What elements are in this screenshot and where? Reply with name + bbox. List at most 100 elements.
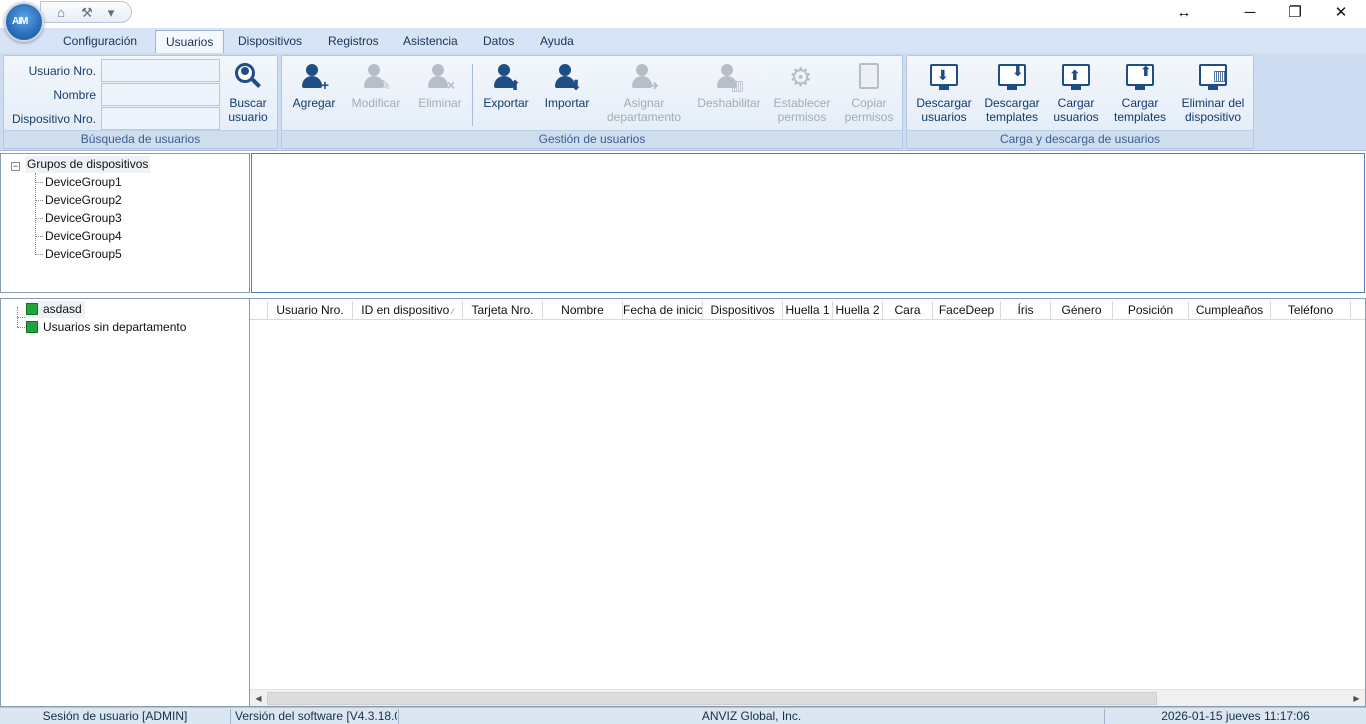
column-header-fingerprint1[interactable]: Huella 1 <box>783 301 833 320</box>
column-header-device-id[interactable]: ID en dispositivo ⁄ <box>353 301 463 320</box>
assign-department-button[interactable]: ➜ Asignar departamento <box>600 62 688 128</box>
tree-guide-line <box>17 317 25 318</box>
tab-ayuda[interactable]: Ayuda <box>530 30 584 53</box>
management-group-label: Gestión de usuarios <box>282 130 902 148</box>
department-label: asdasd <box>43 302 82 316</box>
tab-datos[interactable]: Datos <box>473 30 524 53</box>
user-number-label: Usuario Nro. <box>28 64 96 78</box>
resize-icon[interactable]: ↔ <box>1161 0 1207 28</box>
minimize-button[interactable]: ─ <box>1227 0 1273 28</box>
device-group-tree: − Grupos de dispositivos DeviceGroup1 De… <box>0 153 250 293</box>
user-number-input[interactable] <box>101 59 220 82</box>
close-button[interactable]: ✕ <box>1318 0 1364 28</box>
dropdown-icon[interactable]: ▾ <box>103 5 119 20</box>
set-permissions-button[interactable]: ⚙ Establecer permisos <box>770 62 834 128</box>
user-search-group: Usuario Nro. Nombre Dispositivo Nro. Bus… <box>3 55 278 149</box>
download-users-button[interactable]: ⬇ Descargar usuarios <box>913 62 975 128</box>
ribbon: Usuario Nro. Nombre Dispositivo Nro. Bus… <box>0 53 1366 151</box>
import-user-icon: ⬇ <box>552 62 582 92</box>
name-input[interactable] <box>101 83 220 106</box>
column-header-birthday[interactable]: Cumpleaños <box>1189 301 1271 320</box>
device-number-input[interactable] <box>101 107 220 130</box>
column-header-phone[interactable]: Teléfono <box>1271 301 1351 320</box>
add-user-button[interactable]: + Agregar <box>288 62 340 128</box>
software-version: Versión del software [V4.3.18.0 <box>235 709 397 723</box>
disable-user-button[interactable]: ▥ Deshabilitar <box>694 62 764 128</box>
home-icon[interactable]: ⌂ <box>53 5 69 20</box>
transfer-group-label: Carga y descarga de usuarios <box>907 130 1253 148</box>
download-users-icon: ⬇ <box>929 62 959 92</box>
tree-item-devicegroup4[interactable]: DeviceGroup4 <box>45 228 122 245</box>
table-header: Usuario Nro. ID en dispositivo ⁄ Tarjeta … <box>250 301 1365 320</box>
ribbon-tabs: Configuración Usuarios Dispositivos Regi… <box>0 28 1366 53</box>
upload-templates-button[interactable]: ⬆ Cargar templates <box>1109 62 1171 128</box>
scrollbar-thumb[interactable] <box>267 692 1157 705</box>
column-header-face[interactable]: Cara <box>883 301 933 320</box>
delete-user-button[interactable]: × Eliminar <box>412 62 468 128</box>
download-templates-button[interactable]: ⬇ Descargar templates <box>981 62 1043 128</box>
device-detail-panel[interactable] <box>251 153 1365 293</box>
tab-asistencia[interactable]: Asistencia <box>393 30 468 53</box>
tab-usuarios[interactable]: Usuarios <box>155 30 225 53</box>
tree-item-devicegroup1[interactable]: DeviceGroup1 <box>45 174 122 191</box>
delete-from-device-button[interactable]: ▥ Eliminar del dispositivo <box>1177 62 1249 128</box>
tree-guide-line <box>35 182 43 183</box>
edit-user-icon: ✎ <box>361 62 391 92</box>
assign-department-icon: ➜ <box>629 62 659 92</box>
modify-user-button[interactable]: ✎ Modificar <box>346 62 406 128</box>
scroll-right-icon[interactable]: ▶ <box>1348 690 1365 707</box>
restore-button[interactable]: ❐ <box>1272 0 1318 28</box>
title-bar: AIM ⌂ ⚒ ▾ ↔ ─ ❐ ✕ <box>0 0 1366 42</box>
delete-from-device-icon: ▥ <box>1198 62 1228 92</box>
column-header-card-number[interactable]: Tarjeta Nro. <box>463 301 543 320</box>
export-users-button[interactable]: ⬆ Exportar <box>480 62 532 128</box>
tab-registros[interactable]: Registros <box>318 30 389 53</box>
column-header-fingerprint2[interactable]: Huella 2 <box>833 301 883 320</box>
column-header-name[interactable]: Nombre <box>543 301 623 320</box>
search-user-button[interactable]: Buscar usuario <box>226 62 270 128</box>
copy-permissions-button[interactable]: Copiar permisos <box>840 62 898 128</box>
tree-guide-line <box>35 236 43 237</box>
app-logo-text: AIM <box>12 16 28 27</box>
search-user-icon <box>233 62 263 92</box>
tree-item-devicegroup3[interactable]: DeviceGroup3 <box>45 210 122 227</box>
upload-users-button[interactable]: ⬆ Cargar usuarios <box>1049 62 1103 128</box>
delete-user-icon: × <box>425 62 455 92</box>
tools-icon[interactable]: ⚒ <box>79 5 95 20</box>
department-square-icon <box>26 303 38 315</box>
user-management-group: + Agregar ✎ Modificar × Eliminar ⬆ Expor… <box>281 55 903 149</box>
column-header-start-date[interactable]: Fecha de inicio <box>623 301 703 320</box>
tree-item-devicegroup5[interactable]: DeviceGroup5 <box>45 246 122 263</box>
column-header-devices[interactable]: Dispositivos <box>703 301 783 320</box>
department-square-icon <box>26 321 38 333</box>
status-bar: Sesión de usuario [ADMIN] Versión del so… <box>0 707 1366 724</box>
tree-item-devicegroup2[interactable]: DeviceGroup2 <box>45 192 122 209</box>
horizontal-scrollbar[interactable]: ◀ ▶ <box>250 689 1365 706</box>
collapse-toggle-icon[interactable]: − <box>11 162 20 171</box>
department-item-asdasd[interactable]: asdasd <box>26 301 85 318</box>
export-user-icon: ⬆ <box>491 62 521 92</box>
column-header-facedeep[interactable]: FaceDeep <box>933 301 1001 320</box>
tree-guide-line <box>35 173 36 255</box>
disable-user-icon: ▥ <box>714 62 744 92</box>
search-group-label: Búsqueda de usuarios <box>4 130 277 148</box>
sort-ascending-icon: ⁄ <box>452 307 454 316</box>
scroll-left-icon[interactable]: ◀ <box>250 690 267 707</box>
status-separator <box>230 709 231 724</box>
tab-configuracion[interactable]: Configuración <box>53 30 147 53</box>
department-item-unassigned[interactable]: Usuarios sin departamento <box>26 319 186 336</box>
column-header-user-number[interactable]: Usuario Nro. <box>268 301 353 320</box>
tree-guide-line <box>17 327 25 328</box>
tree-guide-line <box>35 200 43 201</box>
app-logo[interactable]: AIM <box>4 2 44 42</box>
user-table: Usuario Nro. ID en dispositivo ⁄ Tarjeta … <box>250 298 1366 707</box>
upload-templates-icon: ⬆ <box>1125 62 1155 92</box>
import-users-button[interactable]: ⬇ Importar <box>540 62 594 128</box>
tab-dispositivos[interactable]: Dispositivos <box>228 30 312 53</box>
column-header-iris[interactable]: Íris <box>1001 301 1051 320</box>
name-label: Nombre <box>53 88 96 102</box>
column-header-gender[interactable]: Género <box>1051 301 1113 320</box>
column-header-position[interactable]: Posición <box>1113 301 1189 320</box>
add-user-icon: + <box>299 62 329 92</box>
tree-root-device-groups[interactable]: Grupos de dispositivos <box>25 156 151 173</box>
